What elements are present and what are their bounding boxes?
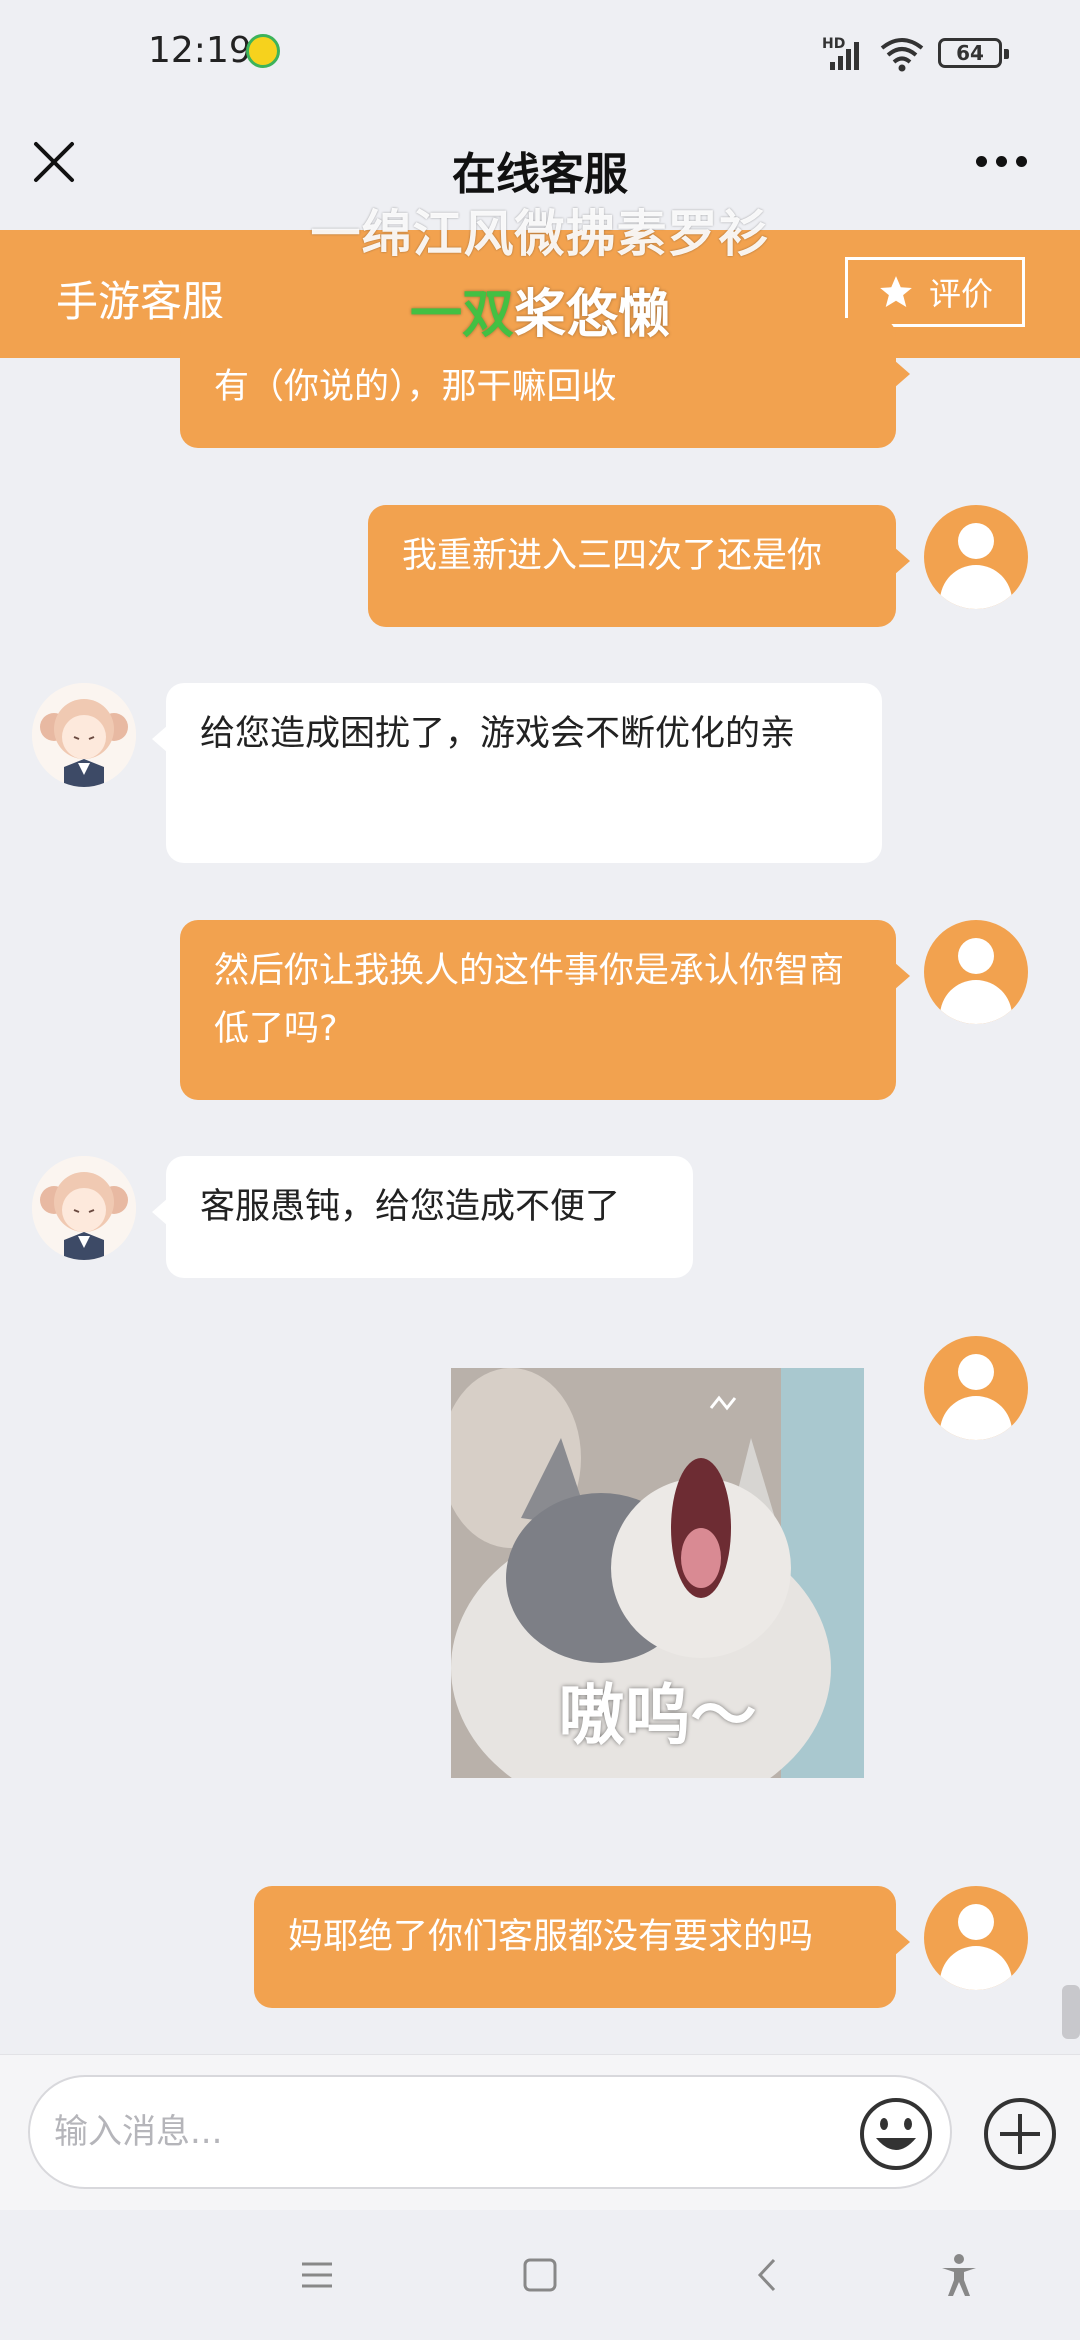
more-icon[interactable] (976, 152, 1036, 176)
system-navigation-bar (0, 2210, 1080, 2340)
message-text: 我重新进入三四次了还是你 (402, 536, 823, 576)
message-bubble[interactable]: 给您造成困扰了，游戏会不断优化的亲 (152, 683, 882, 863)
user-avatar[interactable] (924, 1886, 1028, 1990)
signal-icon (830, 42, 859, 70)
message-text: 给您造成困扰了，游戏会不断优化的亲 (200, 714, 796, 754)
message-text: 然后你让我换人的这件事你是承认你智商低了吗? (214, 951, 845, 1049)
image-message[interactable]: 嗷呜～ (451, 1368, 864, 1778)
message-text: 妈耶绝了你们客服都没有要求的吗 (288, 1917, 814, 1957)
scrollbar[interactable] (1062, 1985, 1080, 2039)
home-icon[interactable] (515, 2250, 565, 2300)
menu-icon[interactable] (292, 2250, 342, 2300)
user-avatar[interactable] (924, 505, 1028, 609)
status-time: 12:19 (148, 30, 252, 71)
emoji-icon[interactable] (858, 2096, 934, 2172)
image-caption: 嗷呜～ (558, 1677, 757, 1754)
lyric-highlight: 一双 (409, 285, 514, 345)
message-text: 有（你说的），那干嘛回收 (214, 367, 617, 407)
wifi-icon (880, 38, 924, 72)
message-bubble[interactable]: 然后你让我换人的这件事你是承认你智商低了吗? (180, 920, 910, 1100)
battery-indicator: 64 (938, 38, 1009, 68)
user-avatar[interactable] (924, 1336, 1028, 1440)
message-text: 客服愚钝，给您造成不便了 (200, 1187, 621, 1227)
accessibility-icon[interactable] (934, 2250, 984, 2300)
lyric-rest: 桨悠懒 (514, 285, 671, 345)
lyric-line-2: 一双桨悠懒 (0, 272, 1080, 347)
page-title: 在线客服 (452, 149, 628, 200)
plus-icon[interactable] (982, 2096, 1058, 2172)
message-bubble[interactable]: 妈耶绝了你们客服都没有要求的吗 (254, 1886, 910, 2008)
lyric-line-1: 一绵江风微拂素罗衫 (310, 205, 770, 263)
agent-avatar[interactable] (32, 683, 136, 787)
agent-avatar[interactable] (32, 1156, 136, 1260)
user-avatar[interactable] (924, 920, 1028, 1024)
status-bar: 12:19 HD 64 (0, 0, 1080, 100)
message-input[interactable] (54, 2107, 834, 2157)
message-bubble[interactable]: 我重新进入三四次了还是你 (368, 505, 910, 627)
message-input-container (28, 2075, 952, 2189)
music-app-icon (246, 34, 280, 68)
message-bubble[interactable]: 客服愚钝，给您造成不便了 (152, 1156, 693, 1278)
back-icon[interactable] (742, 2250, 792, 2300)
